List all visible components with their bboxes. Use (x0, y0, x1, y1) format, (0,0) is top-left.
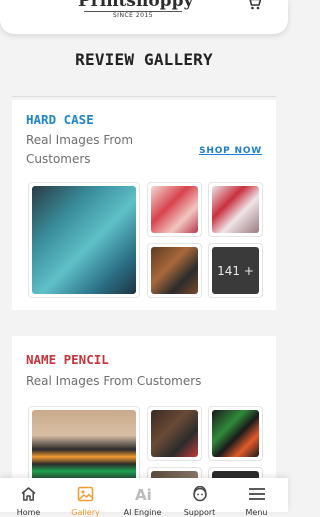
tab-ai[interactable]: Ai AI Engine (114, 478, 171, 517)
cart-icon[interactable] (246, 0, 262, 10)
section-name-pencil: NAME PENCIL Real Images From Customers (12, 336, 276, 497)
phone-case-photo (32, 186, 136, 294)
review-image[interactable] (147, 243, 202, 298)
pencil-photo (32, 410, 136, 482)
tab-support[interactable]: Support (171, 478, 228, 517)
divider (12, 96, 276, 97)
tab-gallery[interactable]: Gallery (57, 478, 114, 517)
page-title: REVIEW GALLERY (75, 50, 213, 69)
menu-icon (249, 488, 265, 500)
tab-label: Menu (245, 508, 268, 517)
section-subtitle: Real Images From Customers (26, 374, 202, 388)
bottom-tab-bar: Home Gallery Ai AI Engine Support Menu (0, 478, 288, 517)
tab-label: Gallery (71, 508, 100, 517)
app-header: Printshoppy SINCE 2015 (0, 0, 288, 34)
section-hard-case: HARD CASE Real Images From Customers SHO… (12, 100, 276, 310)
review-image[interactable] (208, 406, 263, 461)
ai-icon: Ai (135, 486, 152, 502)
support-icon (193, 486, 207, 502)
tab-label: Home (16, 508, 41, 517)
tab-label: AI Engine (123, 508, 162, 517)
more-images-button[interactable]: 141 + (208, 243, 263, 298)
section-title: NAME PENCIL (26, 352, 109, 367)
review-image[interactable] (147, 406, 202, 461)
gallery-icon (77, 486, 94, 502)
brand-logo[interactable]: Printshoppy SINCE 2015 (78, 0, 194, 20)
review-image[interactable] (208, 182, 263, 237)
home-icon (21, 487, 36, 501)
shop-now-link[interactable]: SHOP NOW (199, 146, 262, 156)
section-subtitle: Real Images From Customers (26, 133, 134, 166)
svg-text:Ai: Ai (135, 486, 152, 502)
section-title: HARD CASE (26, 112, 94, 127)
more-count: 141 + (212, 247, 259, 294)
tab-menu[interactable]: Menu (228, 478, 285, 517)
tab-label: Support (183, 508, 216, 517)
review-image[interactable] (147, 182, 202, 237)
tab-home[interactable]: Home (0, 478, 57, 517)
logo-name: Printshoppy (78, 0, 194, 11)
review-image-large[interactable] (28, 182, 140, 298)
review-image-large[interactable] (28, 406, 140, 486)
logo-tagline: SINCE 2015 (84, 11, 182, 20)
